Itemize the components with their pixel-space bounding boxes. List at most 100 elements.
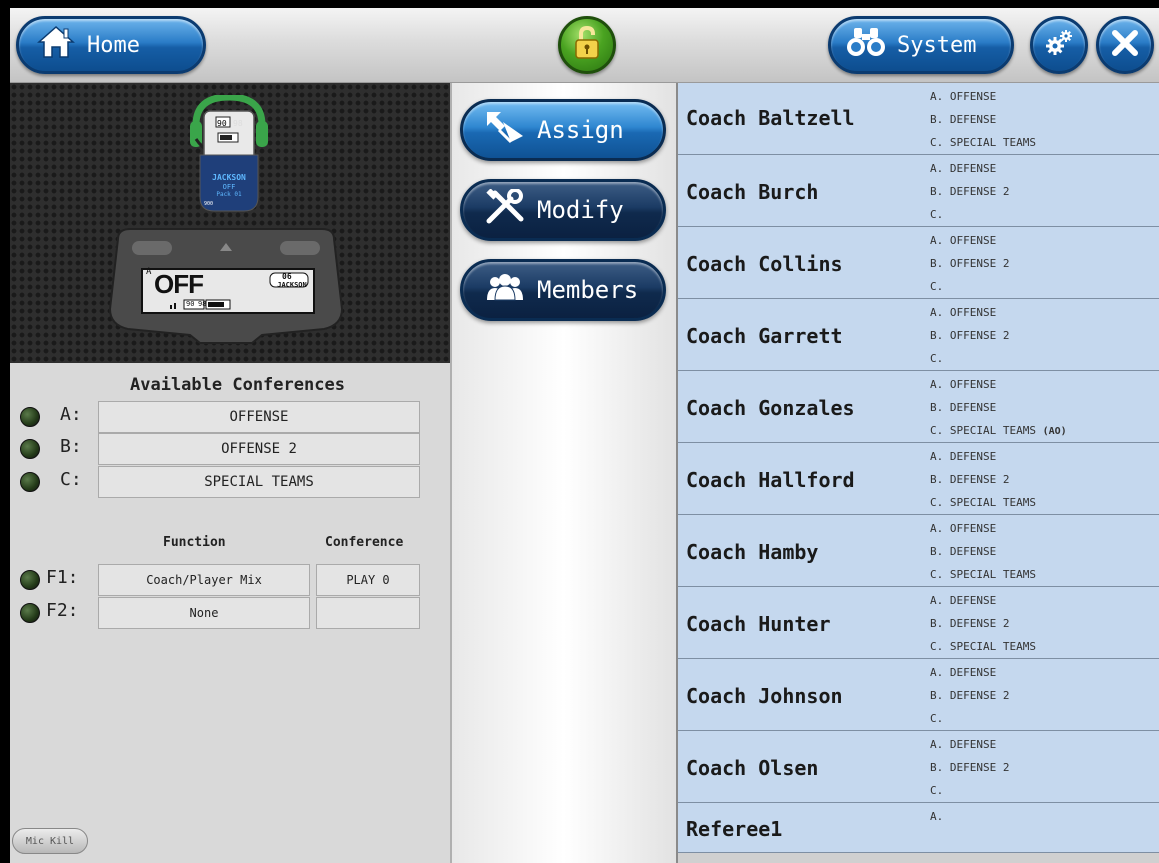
coach-conference-b: B. DEFENSE	[930, 113, 997, 126]
coach-conference-c: C.	[930, 352, 944, 365]
coach-list: Coach Baltzell A. OFFENSE B. DEFENSE C. …	[676, 83, 1159, 863]
home-button-label: Home	[87, 32, 140, 58]
coach-conference-a: A. DEFENSE	[930, 738, 997, 751]
coach-row[interactable]: Coach Burch A. DEFENSE B. DEFENSE 2 C.	[678, 155, 1159, 227]
coach-conference-a: A. OFFENSE	[930, 378, 997, 391]
conference-a-letter: A:	[60, 404, 82, 425]
app-screen: Home System 90 98 JACKSON OFF Pack 01 90…	[10, 8, 1159, 863]
conference-a-value[interactable]: OFFENSE	[98, 401, 420, 433]
function-f2-conference[interactable]	[316, 597, 420, 629]
coach-conference-c-text: C. SPECIAL TEAMS	[930, 424, 1036, 437]
coach-conference-c: C.	[930, 712, 944, 725]
modify-button[interactable]: Modify	[460, 179, 666, 241]
coach-conference-b: B. OFFENSE 2	[930, 329, 1010, 342]
coach-conference-a: A. OFFENSE	[930, 90, 997, 103]
coach-row[interactable]: Coach Gonzales A. OFFENSE B. DEFENSE C. …	[678, 371, 1159, 443]
beltpack-display-b: 98	[198, 300, 207, 308]
conference-c-letter: C:	[60, 469, 82, 490]
coach-conference-b: B. OFFENSE 2	[930, 257, 1010, 270]
coach-conference-c: C. SPECIAL TEAMS	[930, 640, 1036, 653]
function-f2-value[interactable]: None	[98, 597, 310, 629]
members-icon	[485, 272, 525, 308]
coach-row[interactable]: Coach Johnson A. DEFENSE B. DEFENSE 2 C.	[678, 659, 1159, 731]
conference-c-value[interactable]: SPECIAL TEAMS	[98, 466, 420, 498]
beltpack-display-a: 90	[186, 300, 195, 308]
coach-row[interactable]: Coach Collins A. OFFENSE B. OFFENSE 2 C.	[678, 227, 1159, 299]
coach-name: Referee1	[686, 817, 783, 841]
settings-button[interactable]	[1030, 16, 1088, 74]
beltpack-graphic[interactable]: A OFF 06 JACKSON 90 98	[102, 225, 350, 347]
conference-c-led	[20, 472, 40, 492]
coach-conference-a: A.	[930, 810, 944, 823]
coach-row[interactable]: Coach Hunter A. DEFENSE B. DEFENSE 2 C. …	[678, 587, 1159, 659]
coach-conference-a: A. DEFENSE	[930, 162, 997, 175]
members-button[interactable]: Members	[460, 259, 666, 321]
system-button[interactable]: System	[828, 16, 1014, 74]
function-f1-label: F1:	[46, 567, 79, 588]
close-button[interactable]	[1096, 16, 1154, 74]
coach-conference-b: B. DEFENSE 2	[930, 617, 1010, 630]
coach-row[interactable]: Coach Garrett A. OFFENSE B. OFFENSE 2 C.	[678, 299, 1159, 371]
coach-row[interactable]: Coach Hamby A. OFFENSE B. DEFENSE C. SPE…	[678, 515, 1159, 587]
coach-row[interactable]: Referee1 A.	[678, 803, 1159, 853]
unlock-button[interactable]	[558, 16, 616, 74]
beltpack-name: JACKSON	[277, 281, 307, 289]
function-f2-label: F2:	[46, 600, 79, 621]
home-button[interactable]: Home	[16, 16, 206, 74]
coach-conference-a: A. OFFENSE	[930, 234, 997, 247]
coach-conference-a: A. OFFENSE	[930, 306, 997, 319]
device-preview: 90 98 JACKSON OFF Pack 01 900 A OFF 06 J…	[10, 83, 450, 363]
beltpack-channel: 06	[282, 272, 292, 281]
conference-row-a: A: OFFENSE	[16, 401, 426, 433]
coach-name: Coach Hallford	[686, 468, 855, 492]
conference-a-led	[20, 407, 40, 427]
conference-header: Conference	[325, 535, 404, 550]
coach-conference-a: A. OFFENSE	[930, 522, 997, 535]
beltpack-status: OFF	[154, 269, 204, 299]
close-icon	[1110, 28, 1140, 62]
headset-display-a: 90	[217, 119, 227, 128]
tools-icon	[485, 188, 525, 231]
home-icon	[37, 25, 75, 65]
beltpack-status-prefix: A	[146, 267, 152, 277]
assign-button[interactable]: Assign	[460, 99, 666, 161]
coach-tag: (AO)	[1042, 426, 1067, 437]
function-header: Function	[163, 535, 226, 550]
coach-name: Coach Burch	[686, 180, 819, 204]
device-panel: 90 98 JACKSON OFF Pack 01 900 A OFF 06 J…	[10, 83, 450, 863]
gears-icon	[1044, 28, 1074, 62]
coach-conference-b: B. DEFENSE 2	[930, 689, 1010, 702]
headset-mode: OFF	[222, 183, 236, 191]
coach-conference-b: B. DEFENSE 2	[930, 185, 1010, 198]
top-toolbar: Home System	[10, 8, 1159, 83]
conference-b-value[interactable]: OFFENSE 2	[98, 433, 420, 465]
coach-conference-b: B. DEFENSE	[930, 401, 997, 414]
mic-kill-button[interactable]: Mic Kill	[12, 828, 88, 854]
coach-conference-c: C. SPECIAL TEAMS (AO)	[930, 419, 1067, 443]
function-f1-led	[20, 570, 40, 590]
action-panel: Assign Modify Members	[452, 83, 676, 863]
headset-pack: Pack 01	[216, 191, 242, 198]
function-f2-led	[20, 603, 40, 623]
conference-row-b: B: OFFENSE 2	[16, 433, 426, 465]
unlock-icon	[573, 25, 601, 64]
conference-b-letter: B:	[60, 436, 82, 457]
coach-row[interactable]: Coach Olsen A. DEFENSE B. DEFENSE 2 C.	[678, 731, 1159, 803]
coach-conference-c: C. SPECIAL TEAMS	[930, 496, 1036, 509]
headset-graphic[interactable]: 90 98 JACKSON OFF Pack 01 900	[190, 93, 268, 215]
conference-b-led	[20, 439, 40, 459]
coach-conference-a: A. DEFENSE	[930, 450, 997, 463]
modify-button-label: Modify	[537, 196, 624, 224]
function-f1-value[interactable]: Coach/Player Mix	[98, 564, 310, 596]
app-frame: Home System 90 98 JACKSON OFF Pack 01 90…	[0, 0, 1159, 863]
function-row-f1: F1: Coach/Player Mix PLAY 0	[16, 564, 426, 596]
system-button-label: System	[897, 32, 977, 58]
function-f1-conference[interactable]: PLAY 0	[316, 564, 420, 596]
coach-conference-c: C. SPECIAL TEAMS	[930, 568, 1036, 581]
coach-row[interactable]: Coach Baltzell A. OFFENSE B. DEFENSE C. …	[678, 83, 1159, 155]
coach-conference-b: B. DEFENSE 2	[930, 761, 1010, 774]
assign-button-label: Assign	[537, 116, 624, 144]
coach-name: Coach Garrett	[686, 324, 843, 348]
coach-conference-c: C. SPECIAL TEAMS	[930, 136, 1036, 149]
coach-row[interactable]: Coach Hallford A. DEFENSE B. DEFENSE 2 C…	[678, 443, 1159, 515]
